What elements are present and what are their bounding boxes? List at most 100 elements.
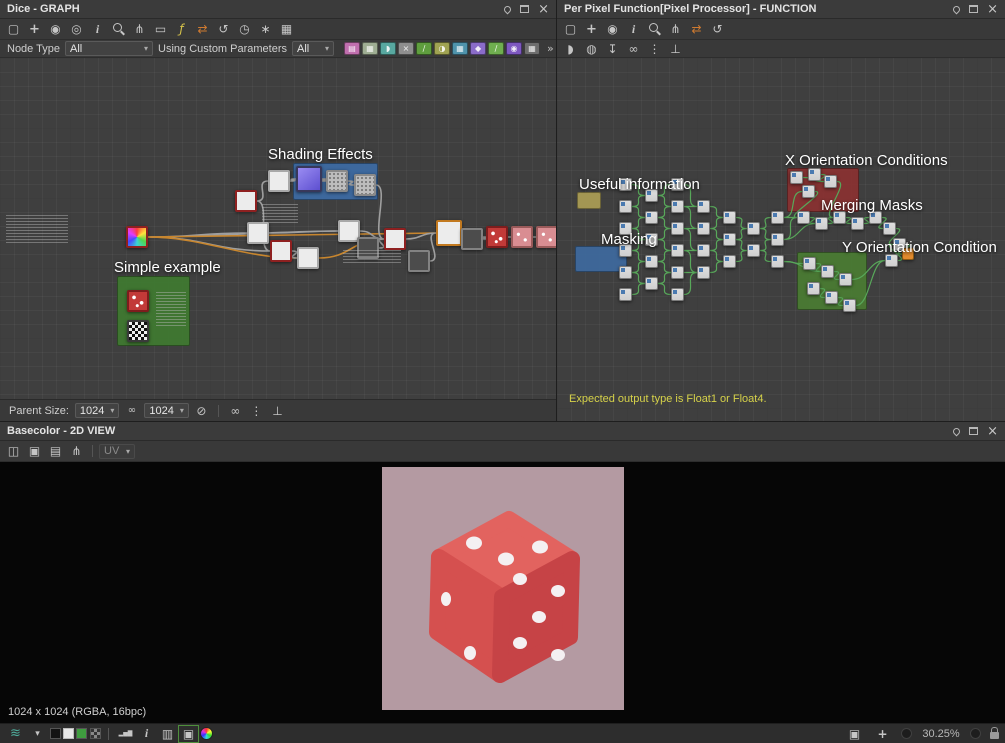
graph-node-fn[interactable] [803,257,816,270]
view2d-canvas[interactable]: 1024 x 1024 (RGBA, 16bpc) [0,462,1005,723]
bg-white-swatch[interactable] [63,728,74,739]
graph-node-fn[interactable] [645,255,658,268]
graph-node-color[interactable] [126,226,148,248]
snap-icon[interactable] [268,403,287,419]
pin-icon[interactable] [502,4,513,14]
snapshot-icon[interactable] [46,21,65,37]
filter-atlas-icon[interactable]: ▦ [452,42,469,55]
zoom-in-button[interactable] [970,728,981,739]
graph-node-dark[interactable] [408,250,430,272]
function-panel-header[interactable]: Per Pixel Function[Pixel Processor] - FU… [557,0,1005,19]
graph-node-fn[interactable] [697,200,710,213]
parent-width-dropdown[interactable]: 1024 ▾ [74,403,120,418]
graph-node-fn[interactable] [807,282,820,295]
graph-node-fn[interactable] [802,185,815,198]
node-type-dropdown[interactable]: All ▾ [65,41,154,56]
graph-node-fn[interactable] [671,222,684,235]
connector-visibility-icon[interactable] [226,403,245,419]
graph-node-fn[interactable] [747,222,760,235]
pan-tool-icon[interactable] [25,21,44,37]
graph-node-fn[interactable] [797,211,810,224]
graph-node-fn[interactable] [619,266,632,279]
bg-checker-swatch[interactable] [90,728,101,739]
graph-node-dark[interactable] [461,228,483,250]
graph-view-icon[interactable] [67,443,86,459]
graph-node-white-orange[interactable] [436,220,462,246]
graph-node-fn[interactable] [697,222,710,235]
filter-normal-icon[interactable]: ∕ [488,42,505,55]
close-icon[interactable]: × [538,3,549,16]
graph-node-fn[interactable] [815,217,828,230]
bg-black-swatch[interactable] [50,728,61,739]
graph-node-fn[interactable] [790,171,803,184]
connector-visibility-icon[interactable] [624,41,643,57]
zoom-out-button[interactable] [901,728,912,739]
graph-node-noise[interactable] [354,174,376,196]
view2d-panel-header[interactable]: Basecolor - 2D VIEW × [0,422,1005,441]
graph-node-fn[interactable] [723,255,736,268]
graph-node-fn[interactable] [697,266,710,279]
graph-node-white-red[interactable] [235,190,257,212]
filter-effects-icon[interactable]: ◆ [470,42,487,55]
graph-node-white[interactable] [297,247,319,269]
graph-node-fn[interactable] [697,244,710,257]
pan-view-icon[interactable] [873,726,892,742]
select-tool-icon[interactable] [4,21,23,37]
graph-node-fn[interactable] [619,288,632,301]
graph-node-fn[interactable] [619,200,632,213]
graph-node-fn[interactable] [821,265,834,278]
link-create-icon[interactable] [666,21,685,37]
graph-node-fn[interactable] [883,222,896,235]
link-sizes-icon[interactable] [122,403,141,419]
graph-node-fn[interactable] [747,244,760,257]
graph-node-fn[interactable] [851,217,864,230]
close-icon[interactable]: × [987,425,998,438]
close-icon[interactable]: × [987,3,998,16]
graph-node-fn[interactable] [723,233,736,246]
info-icon[interactable] [88,21,107,37]
colorwheel-icon[interactable] [200,727,213,740]
graph-node-blue[interactable] [296,166,322,192]
pin-node-icon[interactable] [603,41,622,57]
filter-noise-icon[interactable]: ∕ [416,42,433,55]
view2d-toggle-icon[interactable] [178,724,199,743]
select-tool-icon[interactable] [561,21,580,37]
focus-icon[interactable] [67,21,86,37]
filter-blur-icon[interactable]: ◑ [434,42,451,55]
channels-icon[interactable] [158,726,177,742]
graph-node-fn[interactable] [671,200,684,213]
swap-connections-icon[interactable] [193,21,212,37]
save-image-icon[interactable] [25,443,44,459]
graph-node-dice[interactable] [127,290,149,312]
export-image-icon[interactable] [4,443,23,459]
graph-node-fn[interactable] [824,175,837,188]
custom-params-dropdown[interactable]: All ▾ [292,41,335,56]
graph-node-fn[interactable] [839,273,852,286]
information-icon[interactable] [137,726,156,742]
function-graph-canvas[interactable]: Expected output type is Float1 or Float4… [557,58,1005,421]
pin-icon[interactable] [951,426,962,436]
background-mode-icon[interactable] [6,726,25,742]
board-icon[interactable] [277,21,296,37]
info-icon[interactable] [624,21,643,37]
graph-node-white[interactable] [247,222,269,244]
graph-node-fn[interactable] [771,211,784,224]
graph-node-fn[interactable] [825,291,838,304]
pin-icon[interactable] [951,4,962,14]
graph-node-fn[interactable] [771,233,784,246]
filter-channels-icon[interactable]: × [398,42,415,55]
float-window-icon[interactable] [969,5,979,13]
swap-connections-icon[interactable] [687,21,706,37]
uv-mode-dropdown[interactable]: UV ▾ [99,443,135,459]
link-create-icon[interactable] [130,21,149,37]
graph-node-fn[interactable] [808,168,821,181]
graph-node-fn[interactable] [723,211,736,224]
loop-icon[interactable] [214,21,233,37]
filter-material-icon[interactable]: ◉ [506,42,523,55]
graph-node-white-red[interactable] [270,240,292,262]
comment-icon[interactable] [561,41,580,57]
pan-tool-icon[interactable] [582,21,601,37]
graph-node-fn[interactable] [771,255,784,268]
loop-icon[interactable] [708,21,727,37]
copy-image-icon[interactable] [46,443,65,459]
